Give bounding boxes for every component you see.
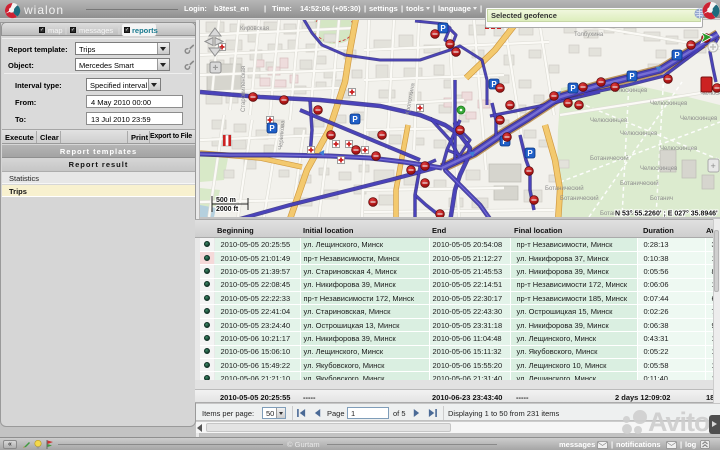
svg-text:Ботанический: Ботанический [545, 185, 584, 192]
svg-text:+: + [213, 63, 219, 74]
svg-text:Ботанический: Ботанический [560, 195, 599, 202]
svg-text:P: P [674, 51, 680, 60]
svg-text:500 m: 500 m [216, 197, 236, 204]
svg-text:P: P [527, 149, 533, 158]
svg-text:Челюскинцев: Челюскинцев [650, 101, 687, 107]
svg-text:Челюскинцев: Челюскинцев [620, 131, 657, 137]
svg-text:P: P [440, 24, 446, 33]
svg-text:P: P [269, 124, 275, 133]
svg-text:Ботанический: Ботанический [590, 155, 629, 162]
svg-text:Челюскинцев: Челюскинцев [680, 116, 717, 122]
svg-text:Ботанич: Ботанич [650, 196, 673, 202]
svg-text:Челюскинцев: Челюскинцев [660, 146, 697, 152]
svg-text:Кировская: Кировская [240, 26, 269, 32]
svg-text:N 53° 55.2260' ; E 027° 35.894: N 53° 55.2260' ; E 027° 35.8946' [615, 210, 718, 218]
svg-text:Челюскинцев: Челюскинцев [590, 118, 627, 124]
svg-text:Челюскинцев: Челюскинцев [640, 166, 677, 172]
svg-text:Ботанический: Ботанический [620, 180, 659, 187]
svg-text:Старовиленская: Старовиленская [241, 66, 247, 112]
svg-text:P: P [352, 115, 358, 124]
svg-text:+: + [711, 161, 716, 171]
svg-text:P: P [629, 72, 635, 81]
svg-text:2000 ft: 2000 ft [216, 206, 239, 213]
svg-text:P: P [570, 84, 576, 93]
svg-text:Толбухина: Толбухина [574, 32, 604, 38]
